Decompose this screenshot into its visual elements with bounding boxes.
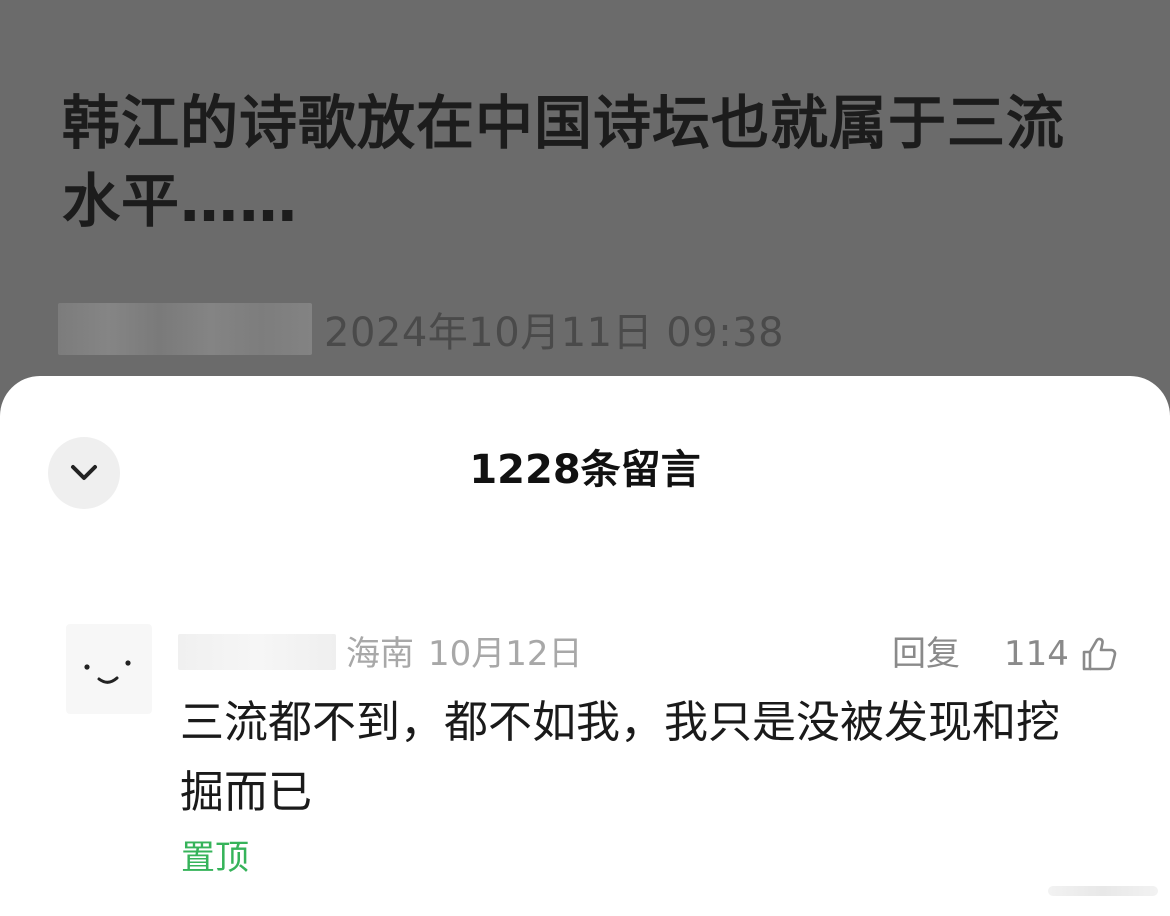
pinned-tag: 置顶 — [181, 838, 249, 878]
avatar[interactable] — [66, 624, 152, 714]
publish-time: 2024年10月11日 09:38 — [324, 310, 785, 356]
thumbs-up-icon — [1082, 637, 1117, 671]
comment-date: 10月12日 — [428, 634, 583, 674]
author-name-redacted — [58, 303, 312, 355]
comment-text: 三流都不到，都不如我，我只是没被发现和挖掘而已 — [180, 697, 1060, 818]
commenter-name-redacted — [178, 634, 336, 670]
article-meta: 2024年10月11日 09:38 — [58, 302, 784, 356]
home-indicator — [1048, 886, 1158, 896]
comments-sheet: 1228条留言 海南 10月12日 回复 114 三流都不到，都不如我，我只是没… — [0, 376, 1170, 916]
like-count: 114 — [1004, 634, 1069, 674]
reply-button[interactable]: 回复 — [892, 632, 960, 676]
like-button[interactable]: 114 — [1004, 632, 1117, 676]
comments-count-title: 1228条留言 — [469, 447, 701, 493]
comment-location: 海南 — [346, 634, 414, 674]
article-title: 韩江的诗歌放在中国诗坛也就属于三流水平…… — [62, 89, 1066, 235]
smiley-face-icon — [84, 660, 131, 684]
